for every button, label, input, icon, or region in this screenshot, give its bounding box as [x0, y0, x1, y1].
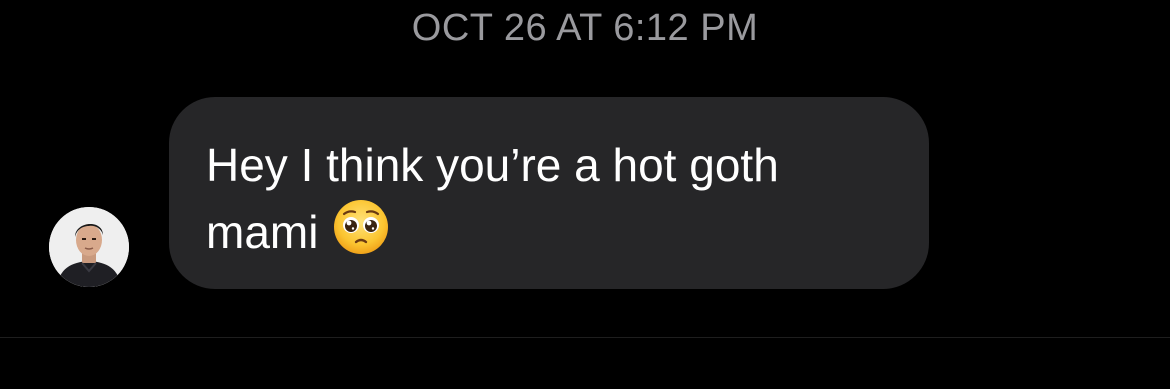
composer-area: [0, 338, 1170, 389]
incoming-message-bubble[interactable]: Hey I think you’re a hot goth mami: [169, 97, 929, 289]
message-row: Hey I think you’re a hot goth mami: [0, 97, 1170, 289]
message-timestamp: OCT 26 AT 6:12 PM: [411, 7, 759, 49]
message-text: Hey I think you’re a hot goth mami: [206, 139, 779, 258]
message-thread[interactable]: OCT 26 AT 6:12 PM Hey I think you’re a h…: [0, 0, 1170, 337]
avatar-photo-icon: [49, 207, 129, 287]
sender-avatar[interactable]: [49, 207, 129, 287]
pleading-face-icon: [332, 198, 390, 256]
